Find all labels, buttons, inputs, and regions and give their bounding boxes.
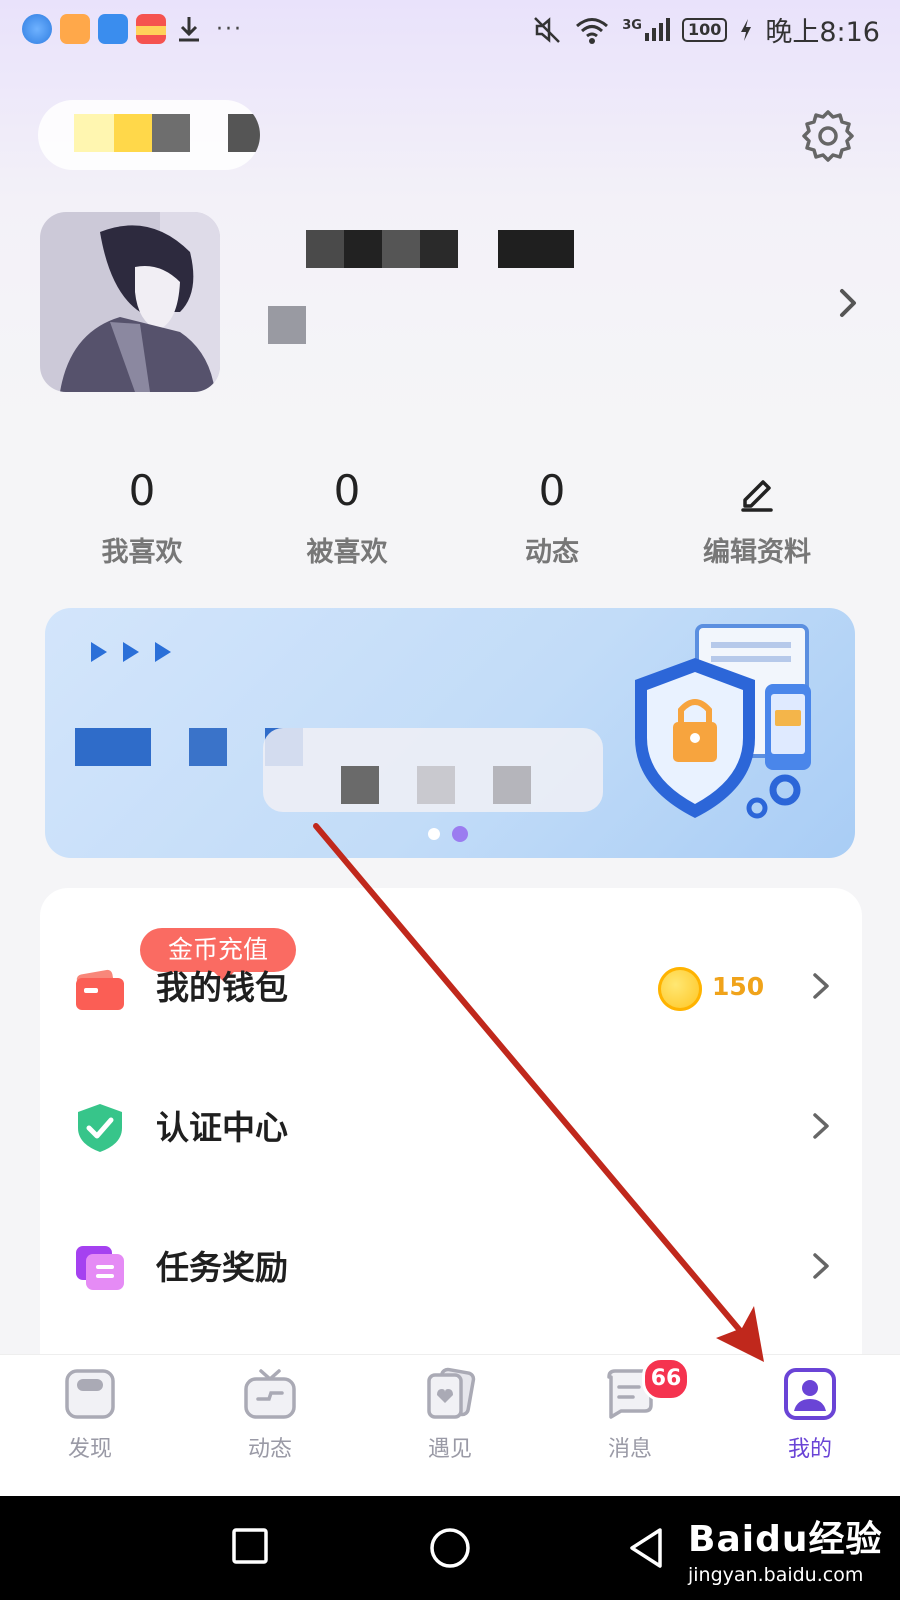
username-pill[interactable] (38, 100, 260, 170)
wallet-row[interactable]: 金币充值 我的钱包 150 (40, 928, 862, 1042)
redacted-block (228, 114, 260, 152)
signal-bar (658, 23, 663, 41)
tv-icon (244, 1369, 296, 1419)
status-indicators: 3G 100 晚上8:16 (532, 10, 880, 49)
signal-bar (644, 33, 649, 41)
redacted-block (498, 230, 574, 268)
promo-banner[interactable] (45, 608, 855, 858)
edit-icon-wrap (657, 466, 857, 516)
redacted-block (74, 114, 114, 152)
avatar-illustration (40, 212, 220, 392)
profile-icon (784, 1368, 836, 1420)
charging-icon (741, 18, 752, 41)
gear-icon[interactable] (800, 108, 856, 164)
wallet-icon (76, 969, 124, 1010)
notification-icons: ··· (22, 14, 243, 44)
stat-liked-by[interactable]: 0 被喜欢 (247, 466, 447, 569)
battery-indicator: 100 (681, 17, 728, 42)
tab-label: 发现 (67, 1437, 112, 1462)
chevron-right-icon (813, 973, 829, 999)
redacted-block (306, 230, 344, 268)
edit-icon (741, 480, 773, 512)
chevron-right-icon (813, 1253, 829, 1279)
edit-profile-button[interactable]: 编辑资料 (657, 466, 857, 569)
back-button[interactable] (626, 1526, 666, 1570)
task-icon (76, 1246, 124, 1290)
shield-check-icon (78, 1104, 122, 1152)
bottom-tab-bar: 发现 动态 遇见 66 消息 我的 (0, 1354, 900, 1497)
redacted-block (114, 114, 152, 152)
redacted-block (417, 766, 455, 804)
wifi-icon (576, 17, 609, 44)
redacted-block (152, 114, 190, 152)
banner-pager (428, 826, 468, 842)
redacted-block (382, 230, 420, 268)
redacted-block (344, 230, 382, 268)
baidu-watermark: Baidu经验 jingyan.baidu.com (688, 1510, 882, 1586)
cards-icon (427, 1367, 476, 1419)
stat-value: 0 (333, 466, 361, 515)
tab-discover[interactable]: 发现 (0, 1367, 180, 1463)
redacted-block (189, 728, 227, 766)
tab-meet[interactable]: 遇见 (360, 1367, 540, 1463)
stat-label: 编辑资料 (703, 537, 811, 568)
menu-card: 金币充值 我的钱包 150 认证中心 任务奖励 (40, 888, 862, 1388)
stat-label: 被喜欢 (306, 537, 388, 568)
banner-arrows-icon (91, 642, 171, 662)
avatar[interactable] (40, 212, 220, 392)
clock: 晚上8:16 (765, 17, 880, 48)
verification-center-label: 认证中心 (156, 1108, 288, 1147)
security-shield-illustration (635, 624, 811, 819)
profile-chevron-right-icon[interactable] (836, 286, 860, 320)
tab-label: 遇见 (427, 1437, 472, 1462)
system-nav-bar: Baidu经验 jingyan.baidu.com (0, 1496, 900, 1600)
wallet-app-icon (136, 14, 166, 44)
tab-label: 我的 (787, 1437, 832, 1462)
home-button[interactable] (428, 1526, 472, 1570)
coin-icon (658, 967, 702, 1011)
recent-apps-button[interactable] (230, 1526, 270, 1566)
task-rewards-label: 任务奖励 (156, 1248, 288, 1287)
redacted-block (75, 728, 151, 766)
task-rewards-row[interactable]: 任务奖励 (40, 1212, 862, 1322)
pager-dot-active[interactable] (452, 826, 468, 842)
unread-badge: 66 (642, 1357, 690, 1401)
tab-messages[interactable]: 66 消息 (540, 1357, 720, 1463)
stat-i-like[interactable]: 0 我喜欢 (42, 466, 242, 569)
stat-label: 动态 (525, 537, 579, 568)
network-type: 3G (622, 18, 642, 33)
orange-app-icon (60, 14, 90, 44)
signal-bar (651, 28, 656, 41)
more-notifications-icon: ··· (216, 16, 243, 42)
signal-indicator: 3G (622, 18, 670, 41)
status-bar: ··· 3G 100 晚上8:16 (0, 0, 900, 62)
redacted-block (493, 766, 531, 804)
tab-profile[interactable]: 我的 (720, 1367, 900, 1463)
chevron-right-icon (813, 1113, 829, 1139)
redacted-block (341, 766, 379, 804)
shield-app-icon (98, 14, 128, 44)
stat-value: 0 (538, 466, 566, 515)
mute-icon (534, 16, 561, 43)
coin-balance: 150 (712, 972, 765, 1001)
signal-bar (665, 18, 670, 41)
wallet-label: 我的钱包 (156, 968, 288, 1007)
redacted-block (268, 306, 306, 344)
tab-label: 消息 (607, 1437, 652, 1462)
download-icon (179, 17, 199, 42)
stat-posts[interactable]: 0 动态 (452, 466, 652, 569)
stat-label: 我喜欢 (101, 537, 183, 568)
browser-app-icon (22, 14, 52, 44)
tab-feed[interactable]: 动态 (180, 1367, 360, 1463)
stat-value: 0 (128, 466, 156, 515)
tab-label: 动态 (247, 1437, 292, 1462)
watermark-main: Baidu经验 (688, 1519, 883, 1560)
verification-center-row[interactable]: 认证中心 (40, 1072, 862, 1182)
watermark-url: jingyan.baidu.com (688, 1564, 864, 1586)
redacted-block (420, 230, 458, 268)
discover-icon (65, 1369, 115, 1419)
pager-dot[interactable] (428, 828, 440, 840)
